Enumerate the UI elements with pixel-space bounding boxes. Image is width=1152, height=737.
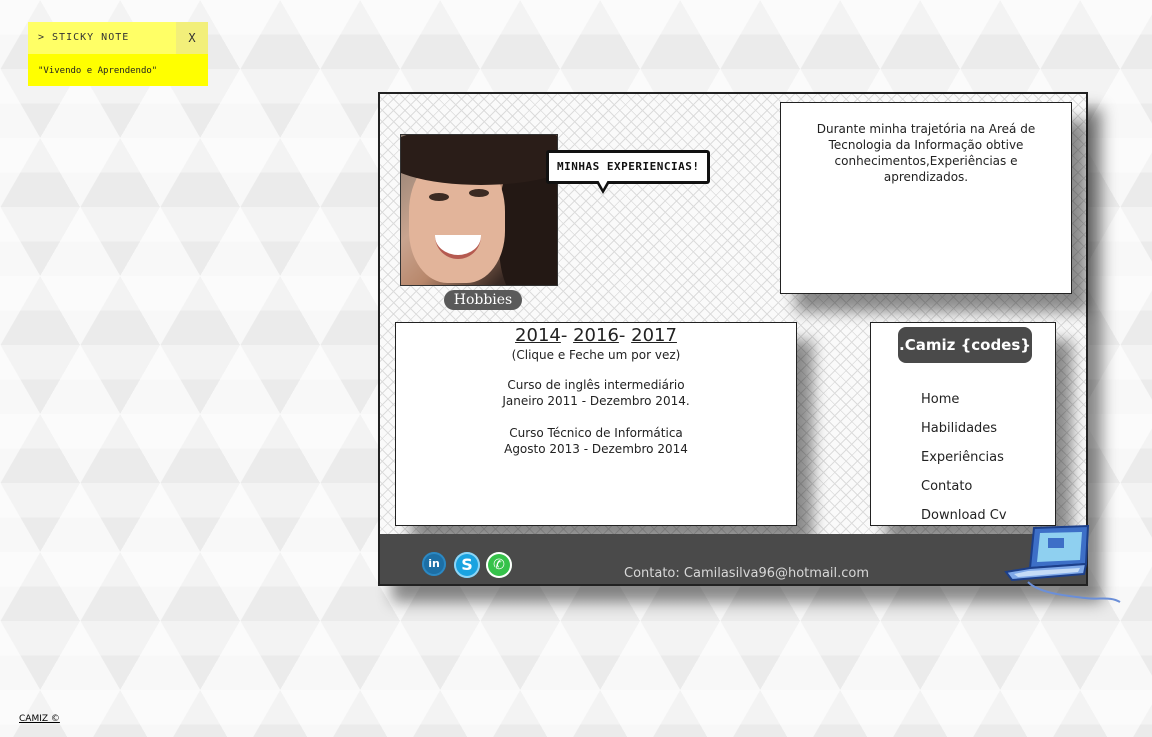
sticky-note-close-button[interactable]: X xyxy=(176,22,208,54)
course-name: Curso Técnico de Informática xyxy=(509,426,683,440)
photo-hair-top xyxy=(401,135,557,185)
course-name: Curso de inglês intermediário xyxy=(507,378,685,392)
about-panel: Durante minha trajetória na Areá de Tecn… xyxy=(780,102,1072,294)
brand-logo: .Camiz {codes} xyxy=(898,327,1032,363)
year-link-2014[interactable]: 2014 xyxy=(515,325,561,346)
year-separator: - xyxy=(618,325,626,346)
laptop-icon xyxy=(1004,524,1121,603)
skype-icon[interactable]: S xyxy=(454,552,480,578)
copyright-link[interactable]: CAMIZ © xyxy=(19,714,60,724)
linkedin-icon[interactable]: in xyxy=(422,552,446,576)
course-period: Janeiro 2011 - Dezembro 2014. xyxy=(502,394,690,408)
footer-bar: in S ✆ Contato: Camilasilva96@hotmail.co… xyxy=(380,534,1086,584)
year-link-2017[interactable]: 2017 xyxy=(631,325,677,346)
photo-eye-left xyxy=(429,193,449,201)
course-period: Agosto 2013 - Dezembro 2014 xyxy=(504,442,688,456)
nav-item-contato[interactable]: Contato xyxy=(921,472,1007,501)
speech-bubble-tail-fill xyxy=(598,180,608,189)
nav-item-habilidades[interactable]: Habilidades xyxy=(921,414,1007,443)
portfolio-frame: MINHAS EXPERIENCIAS! Hobbies Durante min… xyxy=(378,92,1088,586)
nav-item-home[interactable]: Home xyxy=(921,385,1007,414)
hobbies-button[interactable]: Hobbies xyxy=(444,290,522,310)
nav-menu-panel: .Camiz {codes} Home Habilidades Experiên… xyxy=(870,322,1056,526)
about-text: Durante minha trajetória na Areá de Tecn… xyxy=(816,122,1036,184)
profile-photo xyxy=(400,134,558,286)
timeline-panel: 2014- 2016- 2017 (Clique e Feche um por … xyxy=(395,322,797,526)
nav-item-experiencias[interactable]: Experiências xyxy=(921,443,1007,472)
sticky-note-text: "Vivendo e Aprendendo" xyxy=(38,66,158,76)
photo-smile xyxy=(435,235,481,259)
speech-bubble: MINHAS EXPERIENCIAS! xyxy=(546,150,711,184)
nav-item-download-cv[interactable]: Download Cv xyxy=(921,501,1007,530)
sticky-note-title: > STICKY NOTE xyxy=(38,32,130,43)
year-link-2016[interactable]: 2016 xyxy=(573,325,619,346)
whatsapp-icon[interactable]: ✆ xyxy=(486,552,512,578)
nav-menu: Home Habilidades Experiências Contato Do… xyxy=(921,385,1007,530)
timeline-hint: (Clique e Feche um por vez) xyxy=(511,348,681,362)
sticky-note-header: > STICKY NOTE xyxy=(28,22,176,54)
year-links: 2014- 2016- 2017 xyxy=(396,325,796,347)
year-separator: - xyxy=(560,325,568,346)
contact-email: Contato: Camilasilva96@hotmail.com xyxy=(624,566,870,581)
sticky-note-body: "Vivendo e Aprendendo" xyxy=(28,54,208,86)
sticky-note: > STICKY NOTE X "Vivendo e Aprendendo" xyxy=(28,22,208,86)
photo-eye-right xyxy=(469,189,489,197)
